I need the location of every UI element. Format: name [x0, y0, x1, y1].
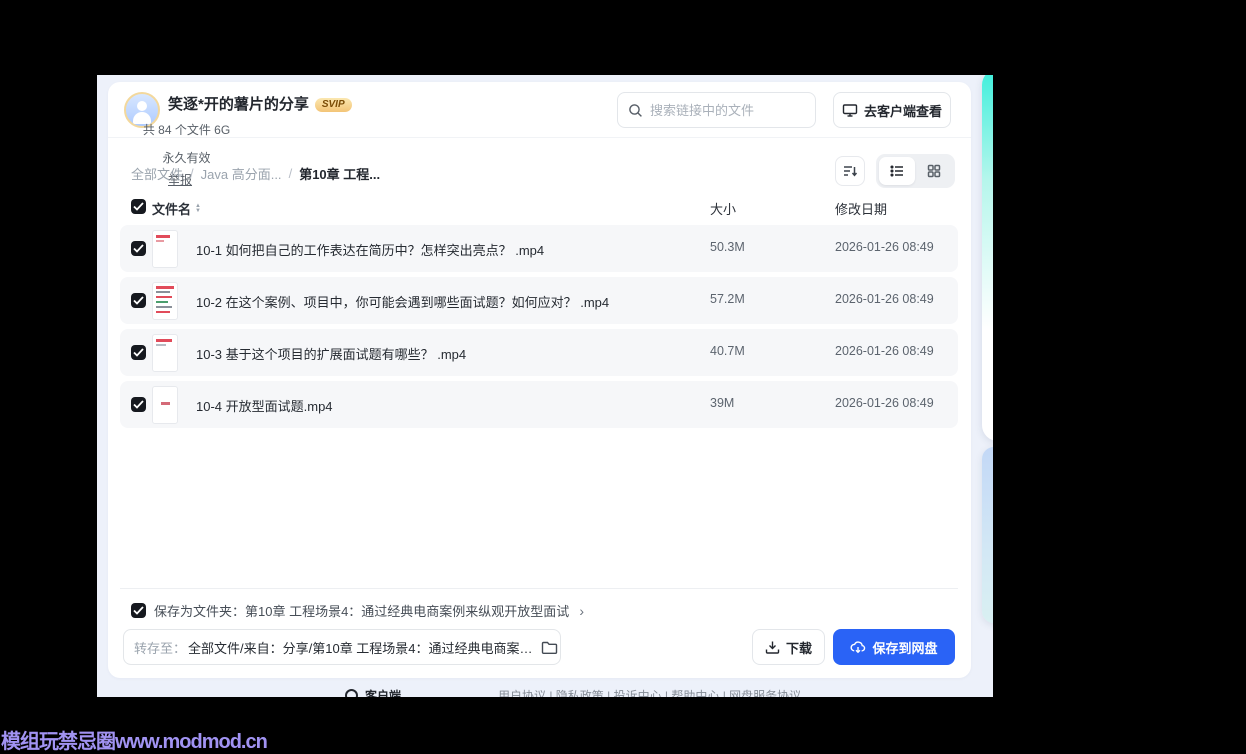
open-in-client-button[interactable]: 去客户端查看: [833, 92, 951, 128]
footer-links[interactable]: 用户协议 | 隐私政策 | 投诉中心 | 帮助中心 | 网盘服务协议: [498, 687, 801, 697]
search-box[interactable]: [617, 92, 816, 128]
column-header-date: 修改日期: [835, 202, 888, 217]
file-size: 57.2M: [710, 292, 745, 306]
table-row[interactable]: 10-4 开放型面试题.mp4 39M 2026-01-26 08:49: [120, 381, 958, 428]
sort-button[interactable]: [835, 156, 865, 186]
grid-view-button[interactable]: [917, 157, 953, 185]
breadcrumb-item-root[interactable]: 全部文件: [131, 164, 183, 183]
file-date: 2026-01-26 08:49: [835, 240, 934, 254]
select-all-checkbox[interactable]: [131, 199, 146, 214]
file-size: 50.3M: [710, 240, 745, 254]
row-checkbox[interactable]: [131, 397, 146, 412]
save-path-input[interactable]: 转存至： 全部文件/来自：分享/第10章 工程场景4：通过经典电商案…: [123, 629, 561, 665]
folder-picker-icon[interactable]: [533, 640, 558, 655]
breadcrumb-separator: /: [288, 165, 293, 181]
column-header-name[interactable]: 文件名 ▲ ▼: [152, 199, 201, 218]
monitor-icon: [842, 103, 858, 118]
sort-lines-icon: [842, 163, 858, 179]
svip-badge: SVIP: [314, 98, 352, 112]
promo-card-bottom[interactable]: [982, 447, 993, 623]
file-name: 10-3 基于这个项目的扩展面试题有哪些？ .mp4: [196, 347, 467, 362]
file-name: 10-4 开放型面试题.mp4: [196, 399, 333, 414]
save-path-value: 全部文件/来自：分享/第10章 工程场景4：通过经典电商案…: [188, 640, 533, 656]
file-name: 10-2 在这个案例、项目中，你可能会遇到哪些面试题？如何应对？ .mp4: [196, 295, 610, 310]
avatar-person-icon: [137, 101, 147, 111]
file-thumbnail: [152, 282, 178, 320]
footer-brand: 客户端: [365, 689, 402, 697]
table-row[interactable]: 10-3 基于这个项目的扩展面试题有哪些？ .mp4 40.7M 2026-01…: [120, 329, 958, 376]
save-to-netdisk-label: 保存到网盘: [872, 640, 938, 656]
row-checkbox[interactable]: [131, 345, 146, 360]
row-checkbox[interactable]: [131, 241, 146, 256]
search-input[interactable]: [650, 102, 805, 118]
file-thumbnail: [152, 334, 178, 372]
file-thumbnail: [152, 230, 178, 268]
table-header: 文件名 ▲ ▼ 大小 修改日期: [120, 194, 958, 222]
save-as-folder-checkbox[interactable]: [131, 603, 146, 618]
file-date: 2026-01-26 08:49: [835, 292, 934, 306]
promo-card-top[interactable]: [982, 75, 993, 441]
breadcrumb-item-parent[interactable]: Java 高分面...: [201, 164, 282, 183]
open-in-client-label: 去客户端查看: [863, 103, 942, 119]
breadcrumb-separator: /: [190, 165, 194, 181]
column-header-size: 大小: [710, 202, 737, 217]
page-footer: 客户端 用户协议 | 隐私政策 | 投诉中心 | 帮助中心 | 网盘服务协议: [345, 687, 801, 697]
file-count: 共 84 个文件 6G: [142, 122, 231, 137]
file-name: 10-1 如何把自己的工作表达在简历中？怎样突出亮点？ .mp4: [196, 243, 545, 258]
breadcrumb: 全部文件 / Java 高分面... / 第10章 工程...: [131, 158, 380, 188]
row-checkbox[interactable]: [131, 293, 146, 308]
list-view-icon: [889, 163, 905, 179]
breadcrumb-item-current: 第10章 工程...: [299, 166, 381, 182]
watermark: 模组玩禁忌圈www.modmod.cn: [1, 731, 268, 753]
table-row[interactable]: 10-1 如何把自己的工作表达在简历中？怎样突出亮点？ .mp4 50.3M 2…: [120, 225, 958, 272]
file-thumbnail: [152, 386, 178, 424]
share-card: 笑逐*开的薯片的分享 SVIP 共 84 个文件 6G 永久有效 举报 搜索链接…: [108, 82, 971, 678]
file-date: 2026-01-26 08:49: [835, 344, 934, 358]
file-date: 2026-01-26 08:49: [835, 396, 934, 410]
view-toggle: [876, 154, 955, 188]
download-label: 下载: [785, 640, 812, 656]
save-to-netdisk-button[interactable]: 保存到网盘: [833, 629, 955, 665]
footer-logo-icon: [345, 689, 358, 697]
file-list: 10-1 如何把自己的工作表达在简历中？怎样突出亮点？ .mp4 50.3M 2…: [120, 225, 958, 433]
sort-arrows-icon: ▲ ▼: [195, 202, 201, 214]
share-title-text: 笑逐*开的薯片的分享: [168, 96, 309, 113]
download-button[interactable]: 下载: [752, 629, 825, 665]
save-as-folder-row[interactable]: 保存为文件夹：第10章 工程场景4：通过经典电商案例来纵观开放型面试 ›: [131, 601, 584, 620]
file-size: 40.7M: [710, 344, 745, 358]
share-page-viewport: 笑逐*开的薯片的分享 SVIP 共 84 个文件 6G 永久有效 举报 搜索链接…: [97, 75, 993, 697]
share-header: 笑逐*开的薯片的分享 SVIP 共 84 个文件 6G 永久有效 举报 搜索链接…: [108, 82, 971, 187]
download-icon: [765, 640, 780, 655]
cloud-save-icon: [850, 639, 866, 655]
save-as-folder-label: 保存为文件夹：第10章 工程场景4：通过经典电商案例来纵观开放型面试: [154, 604, 570, 619]
file-size: 39M: [710, 396, 735, 410]
chevron-right-icon: ›: [579, 602, 584, 619]
column-header-name-label: 文件名: [152, 202, 192, 217]
table-row[interactable]: 10-2 在这个案例、项目中，你可能会遇到哪些面试题？如何应对？ .mp4 57…: [120, 277, 958, 324]
grid-view-icon: [926, 163, 942, 179]
search-icon: [628, 103, 643, 118]
list-view-button[interactable]: [879, 157, 915, 185]
save-path-prefix: 转存至：: [134, 640, 187, 656]
page-title: 笑逐*开的薯片的分享 SVIP: [168, 93, 352, 114]
save-bar-divider: [120, 588, 958, 589]
